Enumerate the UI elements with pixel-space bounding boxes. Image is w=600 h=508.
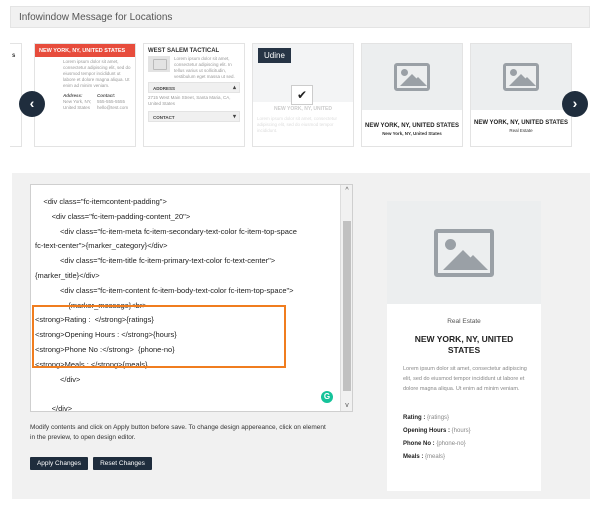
editor-panel: <div class="fc-itemcontent-padding"> <di… — [12, 173, 590, 499]
template-card-2[interactable]: WEST SALEM TACTICAL Lorem ipsum dolor si… — [143, 43, 245, 147]
code-line[interactable]: <div class="fc-item-meta fc-item-seconda… — [35, 225, 340, 240]
code-line[interactable]: <div class="fc-item-title fc-item-primar… — [35, 254, 340, 269]
card-subtitle: New York, NY, United States — [382, 131, 442, 136]
code-scrollbar[interactable]: ^ v — [340, 185, 352, 411]
template-card-partial[interactable]: s — [10, 43, 22, 147]
accordion-label: ADDRESS — [153, 86, 176, 91]
section-title: Infowindow Message for Locations — [19, 12, 173, 23]
card-lorem: Lorem ipsum dolor sit amet, consectetur … — [63, 59, 131, 88]
preview-message: Lorem ipsum dolor sit amet, consectetur … — [403, 366, 527, 392]
preview-rating: Rating : {ratings} — [403, 415, 449, 421]
template-carousel: s NEW YORK, NY, UNITED STATES Lorem ipsu… — [10, 40, 590, 152]
accordion-address[interactable]: ADDRESS ▴ — [148, 82, 240, 93]
card-image — [471, 44, 571, 110]
infowindow-preview[interactable]: Real Estate NEW YORK, NY, UNITED STATES … — [387, 201, 541, 491]
card-faded-text: Lorem ipsum dolor sit amet, consectetur … — [257, 116, 338, 133]
card-address-grid: Address: New York, NY, United States Con… — [35, 91, 135, 113]
phone-value: {phone-no} — [436, 441, 466, 447]
contact-value: 555-555-5555 hello@test.com — [97, 99, 129, 110]
grammarly-icon[interactable]: G — [321, 391, 333, 403]
address-value: 2715 West Main Street, Santa Maria, CA, … — [148, 95, 231, 106]
hours-label: Opening Hours : — [403, 428, 450, 434]
template-card-3-selected[interactable]: Udine ✔ NEW YORK, NY, UNITED Lorem ipsum… — [252, 43, 354, 147]
meals-value: {meals} — [425, 454, 446, 460]
preview-phone: Phone No : {phone-no} — [403, 441, 466, 447]
section-header: Infowindow Message for Locations — [10, 6, 590, 28]
partial-card-text: s — [12, 53, 16, 59]
card-title: NEW YORK, NY, UNITED STATES — [364, 123, 459, 129]
code-content[interactable]: <div class="fc-itemcontent-padding"> <di… — [35, 195, 340, 411]
template-card-4[interactable]: NEW YORK, NY, UNITED STATES New York, NY… — [361, 43, 463, 147]
phone-label: Phone No : — [403, 441, 435, 447]
meals-label: Meals : — [403, 454, 424, 460]
preview-meals: Meals : {meals} — [403, 454, 445, 460]
chevron-down-icon: ▾ — [232, 114, 236, 120]
highlight-box — [32, 305, 286, 368]
preview-category: Real Estate — [447, 318, 481, 325]
code-line[interactable]: </div> — [35, 373, 340, 388]
image-placeholder-icon — [394, 63, 430, 91]
preview-hours: Opening Hours : {hours} — [403, 428, 471, 434]
scrollbar-thumb[interactable] — [343, 221, 351, 391]
template-card-1[interactable]: NEW YORK, NY, UNITED STATES Lorem ipsum … — [34, 43, 136, 147]
card-subtitle: Real Estate — [509, 128, 533, 133]
image-placeholder-icon — [503, 63, 539, 91]
carousel-next-button[interactable]: › — [562, 91, 588, 117]
apply-changes-button[interactable]: Apply Changes — [30, 457, 88, 470]
address-value: New York, NY, United States — [63, 99, 92, 110]
help-text: Modify contents and click on Apply butto… — [30, 424, 326, 441]
code-line[interactable]: fc-text-center">{marker_category}</div> — [35, 239, 340, 254]
code-line[interactable] — [35, 387, 340, 402]
selected-check-icon: ✔ — [291, 85, 313, 105]
code-line[interactable]: <div class="fc-item-padding-content_20"> — [35, 210, 340, 225]
card-image — [362, 44, 462, 110]
hours-value: {hours} — [451, 428, 471, 434]
rating-value: {ratings} — [427, 415, 450, 421]
reset-changes-button[interactable]: Reset Changes — [93, 457, 152, 470]
card-title: NEW YORK, NY, UNITED STATES — [473, 120, 568, 126]
scroll-down-icon[interactable]: v — [341, 402, 352, 409]
code-line[interactable]: </div> — [35, 402, 340, 411]
address-label: Address: — [63, 93, 83, 98]
code-line[interactable]: <div class="fc-itemcontent-padding"> — [35, 195, 340, 210]
card-title: WEST SALEM TACTICAL — [148, 48, 220, 54]
card-title: NEW YORK, NY, UNITED STATES — [35, 44, 135, 57]
carousel-prev-button[interactable]: ‹ — [19, 91, 45, 117]
code-line[interactable]: <div class="fc-item-content fc-item-body… — [35, 284, 340, 299]
card-faded-title: NEW YORK, NY, UNITED — [274, 106, 332, 112]
rating-label: Rating : — [403, 415, 426, 421]
accordion-label: CONTACT — [153, 115, 175, 120]
template-name-tag: Udine — [258, 48, 291, 63]
card-lorem: Lorem ipsum dolor sit amet, consectetur … — [174, 56, 235, 79]
image-placeholder-icon — [148, 56, 170, 72]
code-line[interactable]: {marker_title}</div> — [35, 269, 340, 284]
preview-title: NEW YORK, NY, UNITED STATES — [414, 334, 514, 355]
contact-label: Contact: — [97, 93, 116, 98]
image-placeholder-icon — [434, 228, 494, 277]
template-card-5[interactable]: NEW YORK, NY, UNITED STATES Real Estate — [470, 43, 572, 147]
chevron-up-icon: ▴ — [232, 85, 236, 91]
scroll-up-icon[interactable]: ^ — [341, 187, 352, 194]
accordion-contact[interactable]: CONTACT ▾ — [148, 111, 240, 122]
preview-image — [387, 201, 541, 304]
code-editor[interactable]: <div class="fc-itemcontent-padding"> <di… — [30, 184, 353, 412]
